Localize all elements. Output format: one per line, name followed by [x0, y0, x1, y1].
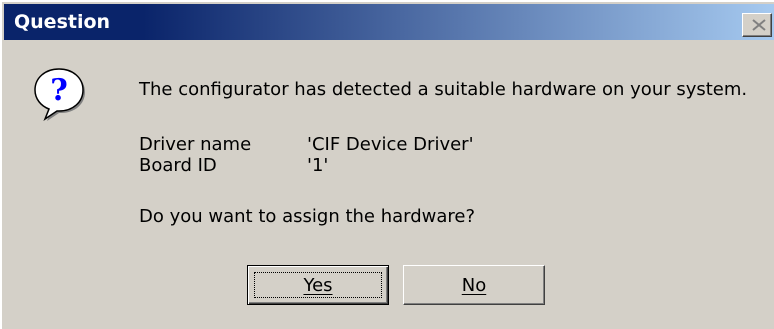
- question-icon: ?: [34, 68, 85, 121]
- driver-name-value: 'CIF Device Driver': [307, 134, 474, 155]
- no-button-label: No: [461, 274, 487, 296]
- board-id-label: Board ID: [139, 155, 217, 176]
- no-button[interactable]: No: [403, 265, 545, 305]
- message-text: The configurator has detected a suitable…: [139, 79, 748, 100]
- prompt-text: Do you want to assign the hardware?: [139, 206, 476, 227]
- title-bar[interactable]: Question: [4, 4, 774, 40]
- yes-button[interactable]: Yes: [247, 265, 389, 305]
- board-id-value: '1': [307, 155, 329, 176]
- yes-button-label: Yes: [303, 274, 333, 296]
- dialog-title: Question: [14, 11, 111, 33]
- close-icon: [752, 19, 766, 31]
- svg-text:?: ?: [50, 73, 68, 108]
- close-button[interactable]: [742, 13, 772, 37]
- question-dialog: Question ? The configurator has detected…: [0, 0, 774, 329]
- driver-name-label: Driver name: [139, 134, 252, 155]
